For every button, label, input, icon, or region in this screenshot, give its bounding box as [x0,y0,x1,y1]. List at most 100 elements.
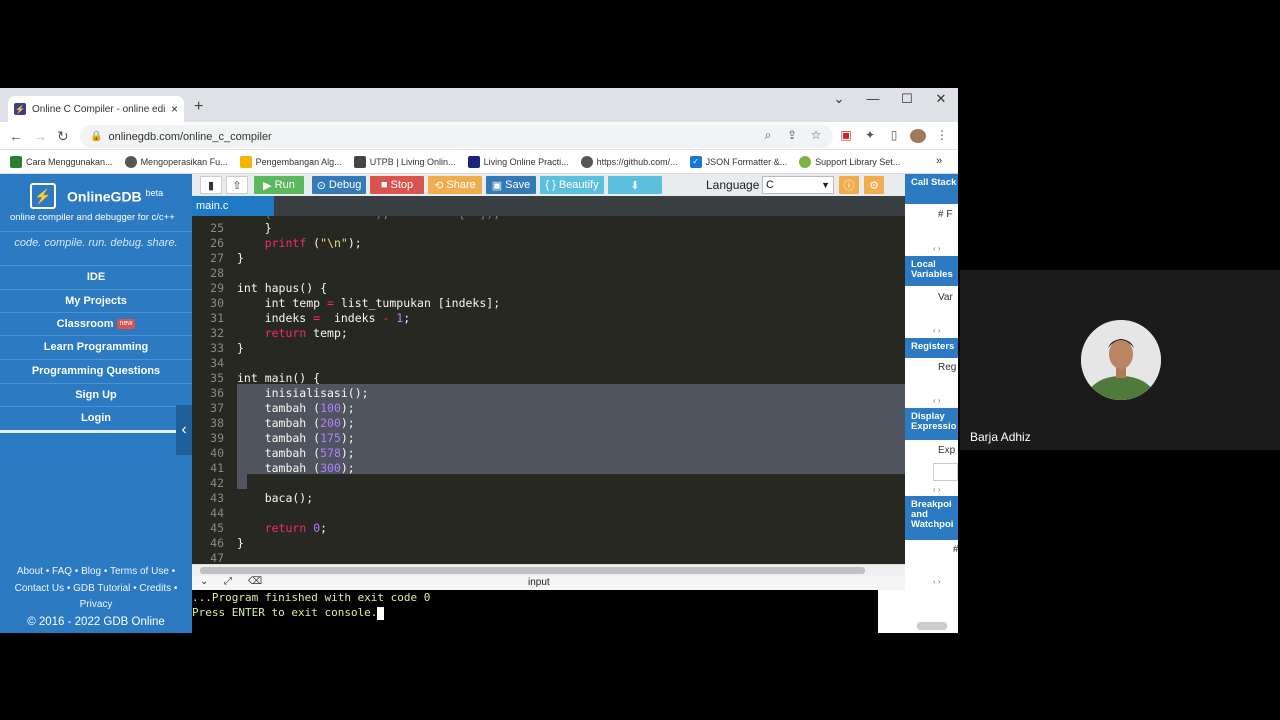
scroll-arrows-icon[interactable]: ‹ › [933,244,941,253]
breakpoints-header[interactable]: Breakpoi and Watchpoi [905,496,958,540]
code-line: int temp = list_tumpukan [indeks]; [237,296,501,310]
beta-tag: beta [145,188,164,198]
brand-block[interactable]: ⚡ OnlineGDB beta online compiler and deb… [0,174,192,232]
footer-links-2[interactable]: Contact Us • GDB Tutorial • Credits • [0,581,192,598]
beautify-button[interactable]: { } Beautify [540,176,604,194]
side-panel-icon[interactable]: ▯ [886,128,902,142]
tab-title: Online C Compiler - online editor [32,103,165,115]
bookmark-item[interactable]: Mengoperasikan Fu... [124,155,228,168]
bookmarks-more-button[interactable]: » [936,155,942,167]
address-bar-row: ← → ↻ 🔒 onlinegdb.com/online_c_compiler … [0,122,958,150]
code-line: ( ); [ ]); [237,216,500,221]
profile-avatar-icon[interactable] [910,129,926,143]
webcam-tile: Barja Adhiz [960,270,1280,450]
file-tab-main-c[interactable]: main.c [192,196,274,216]
expression-input[interactable] [933,463,958,481]
download-button[interactable]: ⬇ [608,176,662,194]
sidebar-item-learn-programming[interactable]: Learn Programming [0,335,192,358]
bookmark-item[interactable]: UTPB | Living Onlin... [353,155,456,168]
onlinegdb-favicon-icon: ⚡ [14,103,26,115]
expand-icon[interactable]: ⤢ [224,576,232,587]
bookmark-item[interactable]: https://github.com/... [580,155,678,168]
sidebar-item-login[interactable]: Login [0,406,192,429]
browser-tab[interactable]: ⚡ Online C Compiler - online editor × [8,96,184,122]
save-button[interactable]: ▣ Save [486,176,536,194]
scroll-arrows-icon[interactable]: ‹ › [933,577,941,586]
upload-icon[interactable]: ⇧ [226,176,248,194]
share-button[interactable]: ⟲ Share [428,176,482,194]
output-console[interactable]: ...Program finished with exit code 0 Pre… [192,590,878,633]
bookmark-item[interactable]: Pengembangan Alg... [239,155,342,168]
scroll-arrows-icon[interactable]: ‹ › [933,396,941,405]
code-line: tambah (578); [237,446,355,460]
debug-button[interactable]: ⊙ Debug [312,176,366,194]
brand-name: OnlineGDB [67,188,142,205]
collapse-sidebar-chevron-icon[interactable]: ‹ [176,405,192,455]
bookmark-star-icon[interactable]: ☆ [808,128,824,142]
sidebar-item-classroom[interactable]: Classroom new [0,312,192,335]
zoom-icon[interactable]: ⌕ [760,128,776,143]
sidebar-item-sign-up[interactable]: Sign Up [0,383,192,406]
pdf-extension-icon[interactable]: ▣ [838,128,854,142]
code-line: tambah (175); [237,431,355,445]
footer-links-3[interactable]: Privacy [0,597,192,614]
scroll-arrows-icon[interactable]: ‹ › [933,326,941,335]
tab-strip: ⚡ Online C Compiler - online editor × + … [0,88,958,122]
chevron-down-icon[interactable]: ⌄ [200,576,208,587]
language-select[interactable]: C ▼ [762,176,834,194]
bookmark-item[interactable]: ✓ JSON Formatter &... [689,155,787,168]
scroll-arrows-icon[interactable]: ‹ › [933,485,941,494]
minimize-icon[interactable]: — [856,91,890,106]
info-icon[interactable]: ⓘ [839,176,859,194]
stop-button[interactable]: ■ Stop [370,176,424,194]
code-line: tambah (100); [237,401,355,415]
sidebar-item-ide[interactable]: IDE [0,265,192,288]
forward-arrow-icon[interactable]: → [33,128,47,144]
extensions-puzzle-icon[interactable]: ✦ [862,128,878,142]
url-text: onlinegdb.com/online_c_compiler [108,130,272,143]
new-file-icon[interactable]: ▮ [200,176,222,194]
url-field[interactable]: 🔒 onlinegdb.com/online_c_compiler [80,125,833,148]
onlinegdb-logo-icon: ⚡ [30,183,56,209]
run-button[interactable]: ▶ Run [254,176,304,194]
new-tab-button[interactable]: + [194,99,203,115]
tab-close-icon[interactable]: × [171,102,178,116]
sidebar-item-my-projects[interactable]: My Projects [0,289,192,312]
display-expressions-header[interactable]: Display Expressio [905,408,958,440]
registers-header[interactable]: Registers [905,338,958,358]
footer-links-1[interactable]: About • FAQ • Blog • Terms of Use • [0,564,192,581]
share-icon: ⟲ [434,179,444,192]
input-label: input [528,577,550,588]
close-window-icon[interactable]: ✕ [924,91,958,107]
local-variables-header[interactable]: Local Variables [905,256,958,286]
line-number: 31 [210,311,224,325]
console-scrollbar[interactable] [878,590,905,633]
call-stack-header[interactable]: Call Stack [905,174,958,204]
clear-console-icon[interactable]: ⌫ [248,576,262,587]
bookmark-item[interactable]: Cara Menggunakan... [10,155,113,168]
sidebar-item-programming-questions[interactable]: Programming Questions [0,359,192,382]
bookmark-item[interactable]: Support Library Set... [799,155,900,168]
reload-icon[interactable]: ↻ [57,128,69,145]
line-number: 29 [210,281,224,295]
tab-search-chevron-icon[interactable]: ⌄ [822,91,856,107]
editor-horizontal-scrollbar[interactable] [192,564,905,576]
back-arrow-icon[interactable]: ← [9,128,23,144]
line-number: 43 [210,491,224,505]
debug-scrollbar-thumb[interactable] [917,622,947,630]
share-page-icon[interactable]: ⇪ [784,128,800,142]
line-number: 28 [210,266,224,280]
sidebar: ⚡ OnlineGDB beta online compiler and deb… [0,174,192,633]
browser-menu-icon[interactable]: ⋮ [934,128,950,142]
expressions-column: Exp [938,445,956,456]
code-editor[interactable]: ( ); [ ]); 25 } 26 printf ("\n"); 27} 28… [192,216,905,564]
settings-gear-icon[interactable]: ⚙ [864,176,884,194]
maximize-icon[interactable]: ☐ [890,91,924,107]
sidebar-footer: About • FAQ • Blog • Terms of Use • Cont… [0,564,192,630]
code-line: } [237,341,244,355]
code-line: } [237,221,272,235]
bookmark-item[interactable]: Living Online Practi... [467,155,569,168]
scrollbar-thumb[interactable] [200,567,865,574]
line-number: 38 [210,416,224,430]
line-number: 34 [210,356,224,370]
